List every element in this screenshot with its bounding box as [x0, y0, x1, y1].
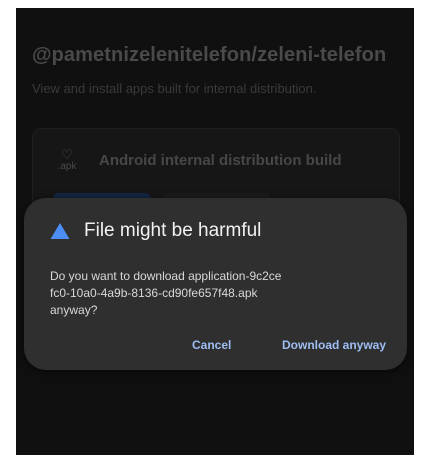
page-subtitle: View and install apps built for internal…: [32, 81, 317, 96]
apk-file-icon: ♡ .apk: [53, 147, 81, 181]
dialog-message: Do you want to download application-9c2c…: [50, 268, 350, 319]
download-anyway-button[interactable]: Download anyway: [282, 338, 386, 352]
dialog-message-line: Do you want to download application-9c2c…: [50, 269, 282, 283]
apk-icon-glyph: ♡: [61, 147, 73, 162]
warning-triangle-icon: [50, 223, 70, 239]
dialog-actions: Cancel Download anyway: [24, 338, 407, 358]
page-title: @pametnizelenitelefon/zeleni-telefon: [32, 44, 387, 66]
dialog-message-line: fc0-10a0-4a9b-8136-cd90fe657f48.apk: [50, 286, 258, 300]
build-card-title: Android internal distribution build: [99, 152, 342, 169]
dialog-title: File might be harmful: [84, 220, 262, 241]
dialog-message-line: anyway?: [50, 303, 98, 317]
app-screen: @pametnizelenitelefon/zeleni-telefon Vie…: [16, 8, 414, 455]
dialog-header: File might be harmful: [50, 220, 261, 242]
cancel-button[interactable]: Cancel: [192, 338, 231, 352]
apk-icon-label: .apk: [57, 161, 77, 172]
harmful-file-dialog: File might be harmful Do you want to dow…: [24, 198, 407, 370]
